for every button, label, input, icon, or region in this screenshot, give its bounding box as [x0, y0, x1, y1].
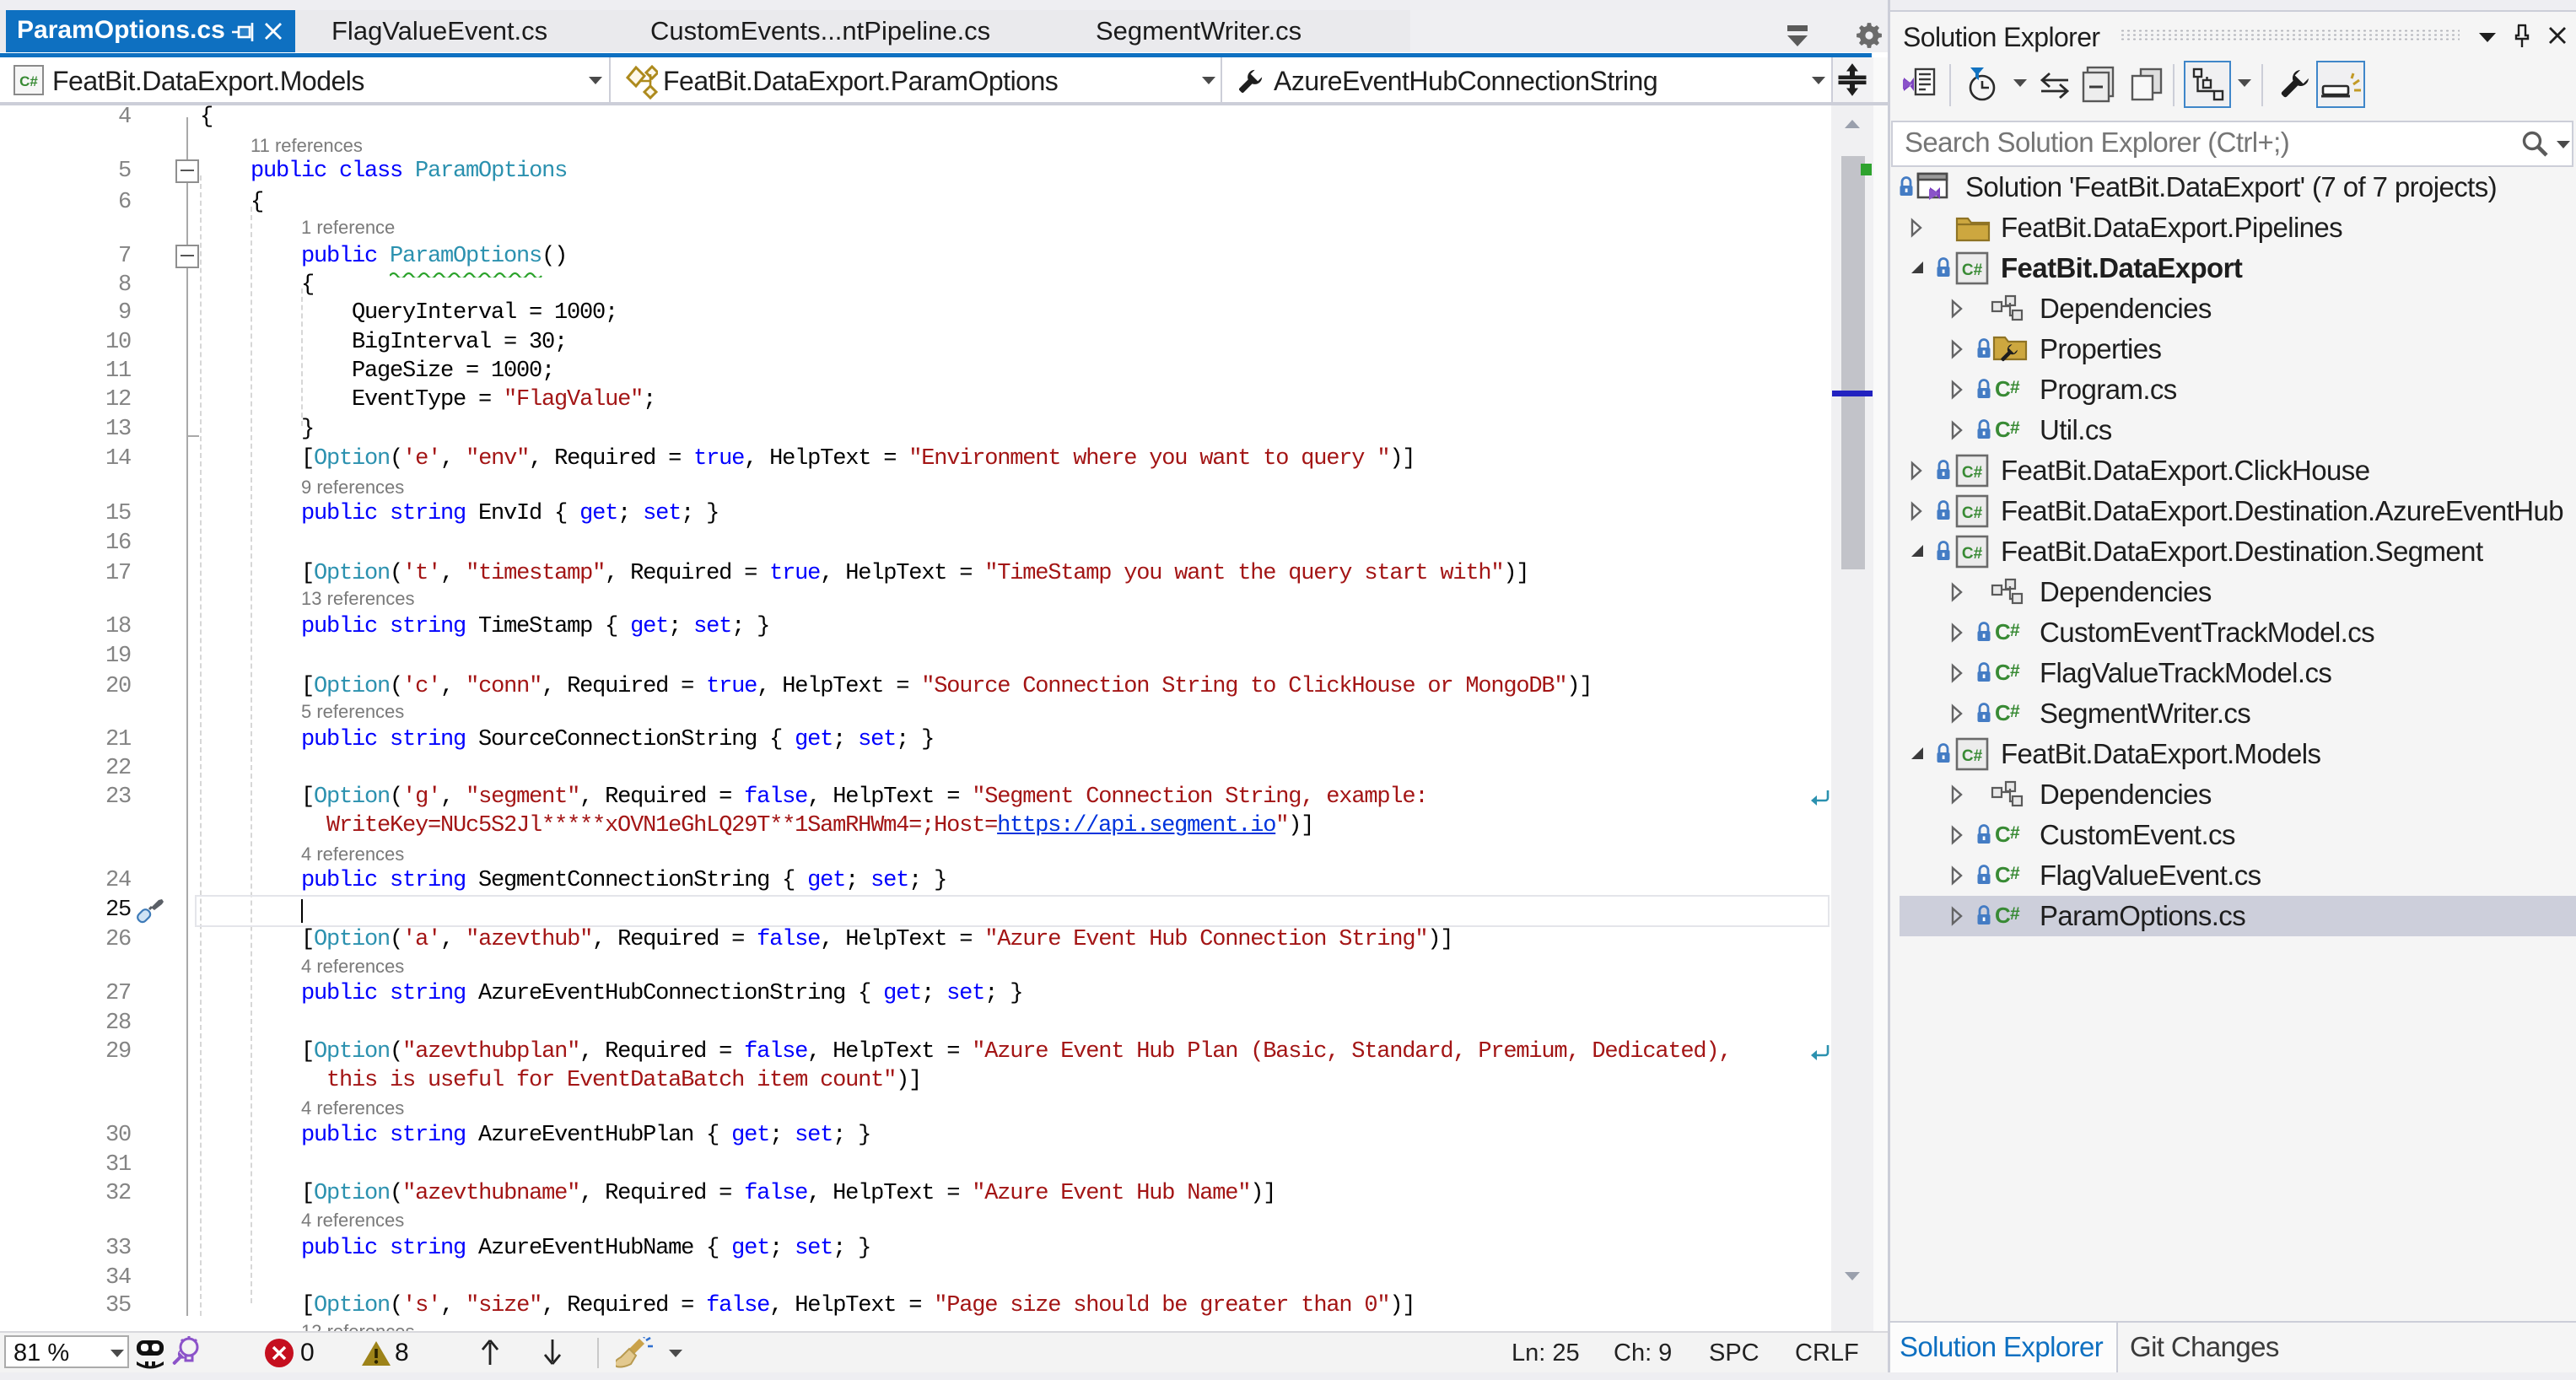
- svg-text:C: C: [1995, 822, 2011, 847]
- svg-text:C: C: [1995, 619, 2011, 644]
- svg-text:C#: C#: [1962, 261, 1983, 279]
- svg-text:C#: C#: [19, 73, 38, 89]
- svg-text:#: #: [2010, 378, 2020, 397]
- svg-text:#: #: [2010, 621, 2020, 640]
- svg-text:#: #: [2010, 864, 2020, 883]
- svg-text:C#: C#: [1962, 747, 1983, 765]
- svg-text:C: C: [1995, 660, 2011, 685]
- svg-text:C: C: [1995, 417, 2011, 442]
- svg-text:C#: C#: [1962, 464, 1983, 482]
- svg-text:#: #: [2010, 823, 2020, 843]
- svg-text:C: C: [1995, 700, 2011, 725]
- svg-text:C#: C#: [1962, 504, 1983, 522]
- svg-text:#: #: [2010, 418, 2020, 438]
- svg-text:C: C: [1995, 376, 2011, 402]
- svg-text:#: #: [2010, 661, 2020, 681]
- svg-text:#: #: [2010, 904, 2020, 924]
- svg-text:C: C: [1995, 903, 2011, 928]
- svg-text:#: #: [2010, 702, 2020, 721]
- svg-text:C#: C#: [1962, 545, 1983, 563]
- svg-text:C: C: [1995, 862, 2011, 887]
